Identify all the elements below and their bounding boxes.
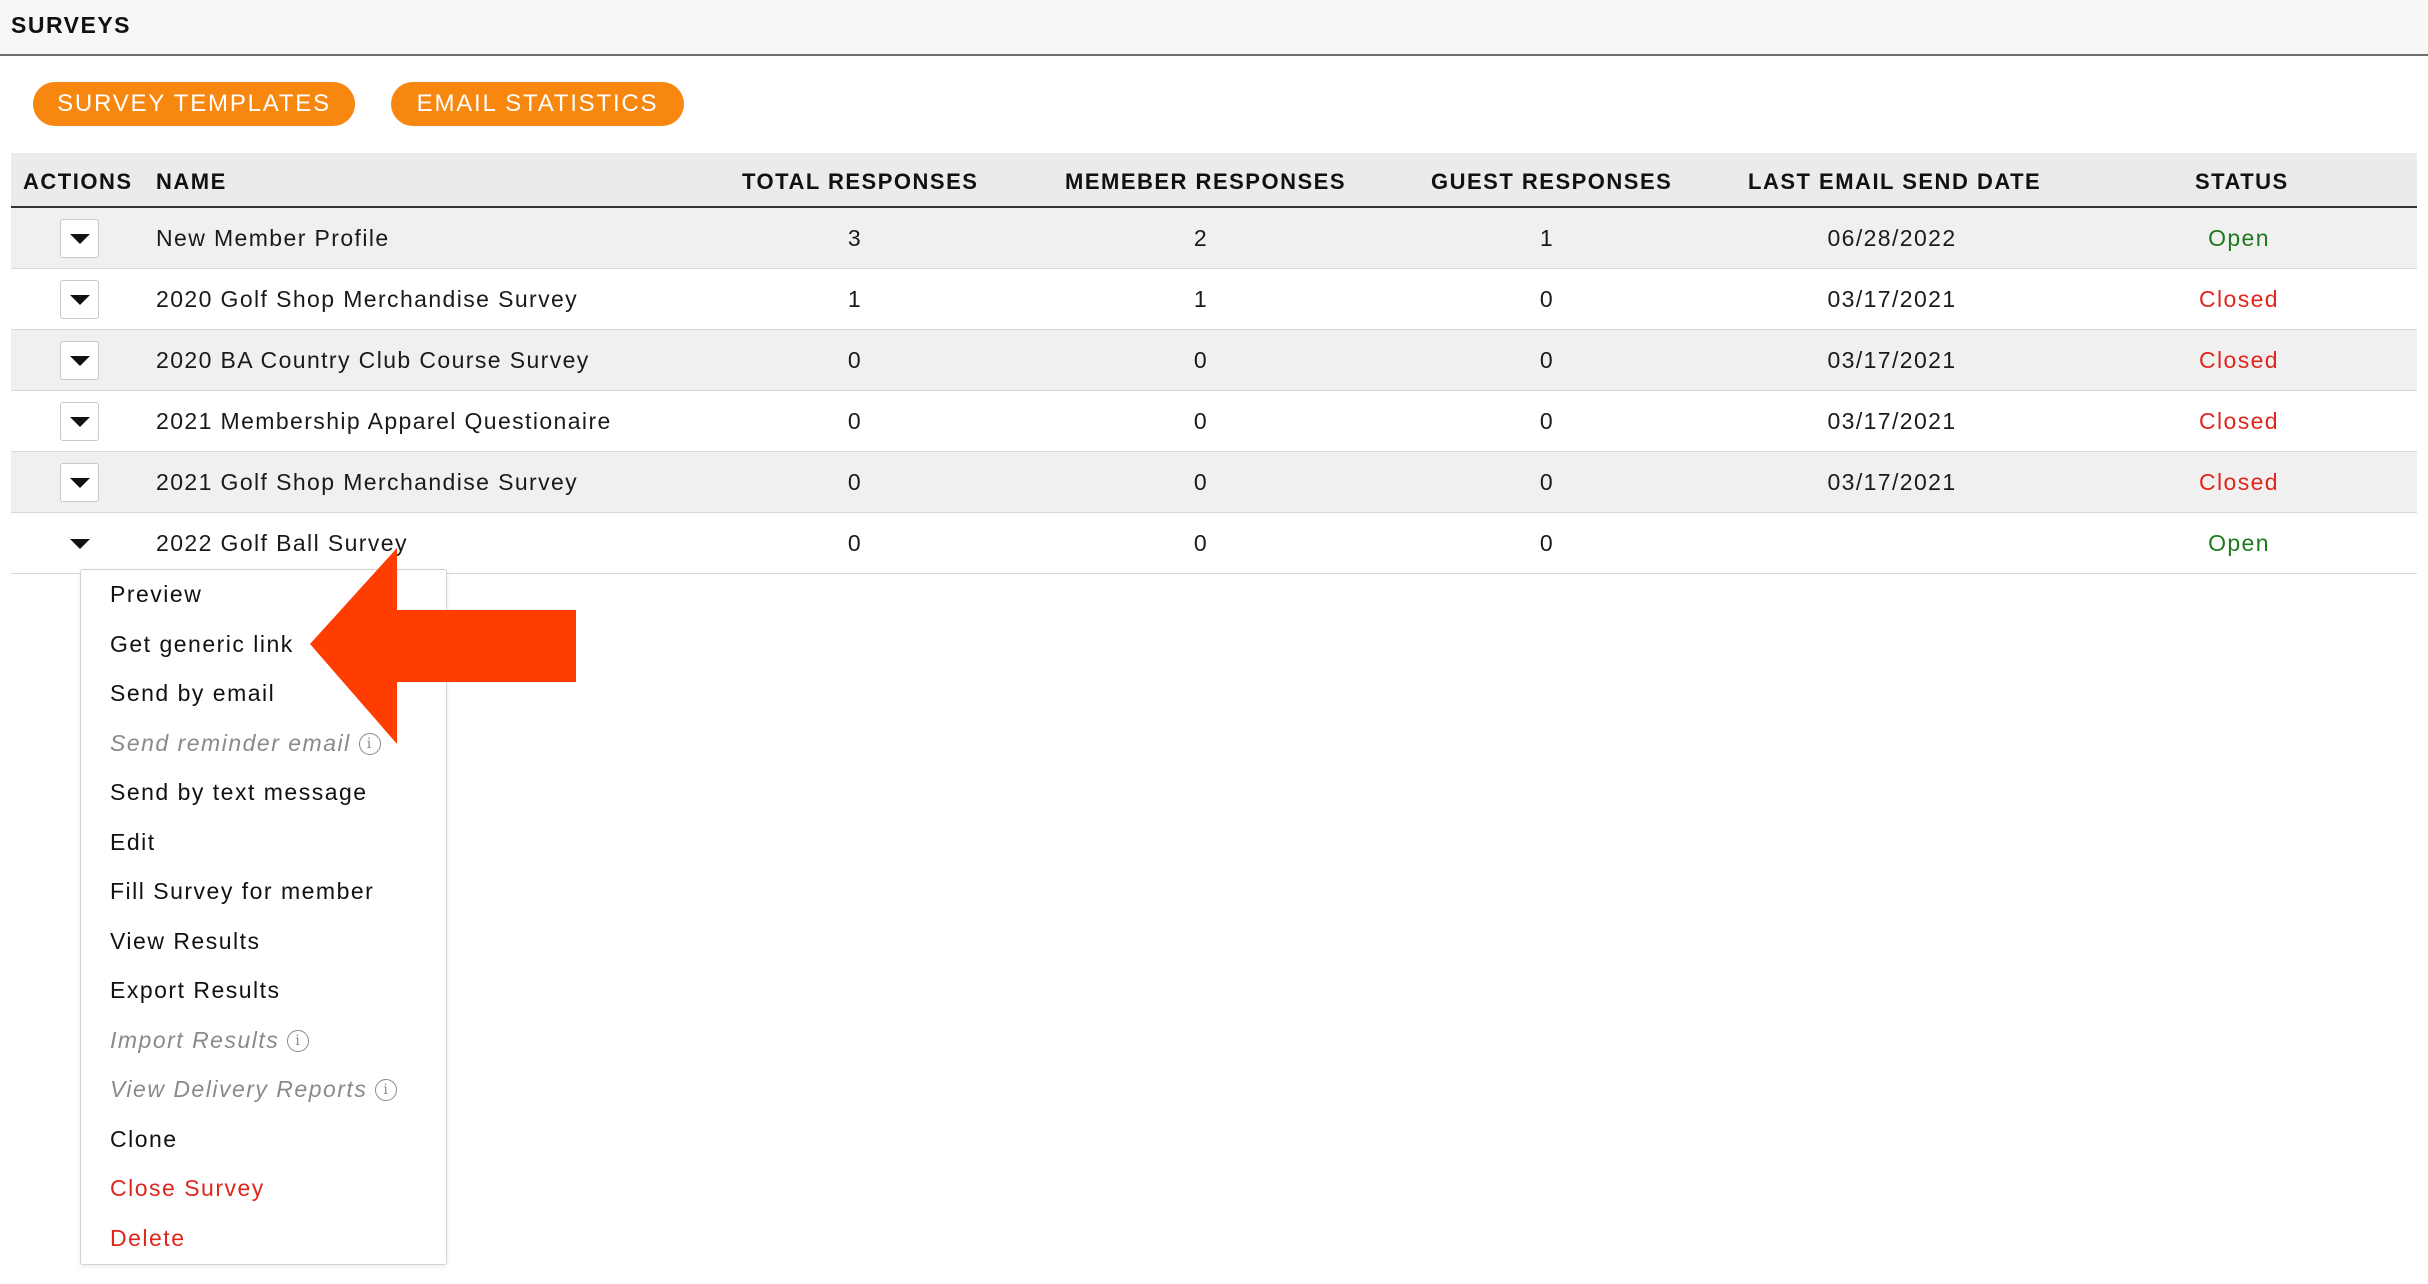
survey-templates-button[interactable]: SURVEY TEMPLATES [33, 82, 355, 126]
row-member-responses: 0 [1193, 347, 1209, 373]
header-last-email-send-date[interactable]: LAST EMAIL SEND DATE [1748, 169, 2041, 195]
menu-item-send-by-text-message[interactable]: Send by text message [110, 779, 368, 806]
menu-item-label: Close Survey [110, 1175, 265, 1201]
menu-item-import-results: Import Results i [110, 1027, 310, 1054]
menu-item-preview[interactable]: Preview [110, 581, 202, 608]
table-row: 2021 Golf Shop Merchandise Survey 0 0 0 … [11, 452, 2417, 513]
table-row: 2021 Membership Apparel Questionaire 0 0… [11, 391, 2417, 452]
surveys-table: ACTIONS NAME TOTAL RESPONSES MEMEBER RES… [11, 153, 2417, 574]
menu-item-fill-survey-for-member[interactable]: Fill Survey for member [110, 878, 374, 905]
menu-item-label: Send by email [110, 680, 276, 706]
row-last-email-date: 03/17/2021 [1827, 347, 1957, 373]
menu-item-close-survey[interactable]: Close Survey [110, 1175, 265, 1202]
row-total-responses: 0 [847, 469, 863, 495]
row-total-responses: 0 [847, 408, 863, 434]
row-last-email-date: 03/17/2021 [1827, 408, 1957, 434]
caret-down-icon [69, 538, 90, 549]
caret-down-icon [69, 416, 90, 427]
row-member-responses: 2 [1193, 225, 1209, 251]
row-total-responses: 1 [847, 286, 863, 312]
row-guest-responses: 0 [1539, 286, 1555, 312]
row-total-responses: 3 [847, 225, 863, 251]
header-name[interactable]: NAME [156, 169, 227, 195]
menu-item-label: Delete [110, 1225, 186, 1251]
row-total-responses: 0 [847, 347, 863, 373]
row-last-email-date: 03/17/2021 [1827, 286, 1957, 312]
status-badge: Open [2208, 530, 2270, 556]
menu-item-label: Export Results [110, 977, 281, 1003]
header-actions: ACTIONS [23, 169, 133, 194]
row-last-email-date: 03/17/2021 [1827, 469, 1957, 495]
row-last-email-date: 06/28/2022 [1827, 225, 1957, 251]
row-guest-responses: 0 [1539, 530, 1555, 556]
row-name: 2021 Membership Apparel Questionaire [156, 408, 612, 434]
row-total-responses: 0 [847, 530, 863, 556]
row-guest-responses: 0 [1539, 469, 1555, 495]
caret-down-icon [69, 355, 90, 366]
row-name: 2020 BA Country Club Course Survey [156, 347, 590, 373]
row-actions-button[interactable] [60, 219, 99, 258]
menu-item-get-generic-link[interactable]: Get generic link [110, 631, 294, 658]
menu-item-label: Get generic link [110, 631, 294, 657]
arrow-left-icon [310, 548, 576, 744]
status-badge: Open [2208, 225, 2270, 251]
menu-item-label: Clone [110, 1126, 178, 1152]
page-title: SURVEYS [11, 12, 132, 38]
row-member-responses: 0 [1193, 469, 1209, 495]
menu-item-label: Preview [110, 581, 203, 607]
status-badge: Closed [2199, 469, 2279, 495]
row-actions-button[interactable] [60, 402, 99, 441]
row-name: 2021 Golf Shop Merchandise Survey [156, 469, 579, 495]
menu-item-delete[interactable]: Delete [110, 1225, 185, 1252]
menu-item-view-delivery-reports: View Delivery Reports i [110, 1076, 398, 1103]
caret-down-icon [69, 233, 90, 244]
menu-item-label: Edit [110, 829, 156, 855]
header-guest-responses[interactable]: GUEST RESPONSES [1431, 169, 1672, 195]
row-guest-responses: 0 [1539, 408, 1555, 434]
menu-item-label: Import Results [110, 1027, 280, 1053]
row-actions-button[interactable] [60, 341, 99, 380]
row-actions-button[interactable] [60, 463, 99, 502]
row-name: 2020 Golf Shop Merchandise Survey [156, 286, 579, 312]
email-statistics-button[interactable]: EMAIL STATISTICS [391, 82, 684, 126]
status-badge: Closed [2199, 286, 2279, 312]
table-row: 2020 Golf Shop Merchandise Survey 1 1 0 … [11, 269, 2417, 330]
table-header: ACTIONS NAME TOTAL RESPONSES MEMEBER RES… [11, 153, 2417, 208]
header-total-responses[interactable]: TOTAL RESPONSES [742, 169, 978, 195]
row-member-responses: 0 [1193, 408, 1209, 434]
table-row: 2020 BA Country Club Course Survey 0 0 0… [11, 330, 2417, 391]
header-member-responses[interactable]: MEMEBER RESPONSES [1065, 169, 1346, 195]
menu-item-clone[interactable]: Clone [110, 1126, 178, 1153]
info-icon[interactable]: i [375, 1078, 398, 1101]
row-guest-responses: 1 [1539, 225, 1555, 251]
menu-item-edit[interactable]: Edit [110, 829, 156, 856]
row-guest-responses: 0 [1539, 347, 1555, 373]
menu-item-export-results[interactable]: Export Results [110, 977, 281, 1004]
info-icon[interactable]: i [287, 1029, 310, 1052]
table-row: New Member Profile 3 2 1 06/28/2022 Open [11, 208, 2417, 269]
row-name: New Member Profile [156, 225, 390, 251]
status-badge: Closed [2199, 347, 2279, 373]
caret-down-icon [69, 294, 90, 305]
menu-item-label: View Results [110, 928, 261, 954]
menu-item-send-by-email[interactable]: Send by email [110, 680, 275, 707]
row-actions-button[interactable] [60, 524, 99, 563]
header-status[interactable]: STATUS [2195, 169, 2289, 195]
status-badge: Closed [2199, 408, 2279, 434]
title-bar: SURVEYS [0, 0, 2428, 56]
row-member-responses: 0 [1193, 530, 1209, 556]
menu-item-label: Fill Survey for member [110, 878, 375, 904]
menu-item-label: Send by text message [110, 779, 368, 805]
caret-down-icon [69, 477, 90, 488]
menu-item-view-results[interactable]: View Results [110, 928, 261, 955]
row-actions-button[interactable] [60, 280, 99, 319]
row-member-responses: 1 [1193, 286, 1209, 312]
menu-item-label: View Delivery Reports [110, 1076, 368, 1102]
